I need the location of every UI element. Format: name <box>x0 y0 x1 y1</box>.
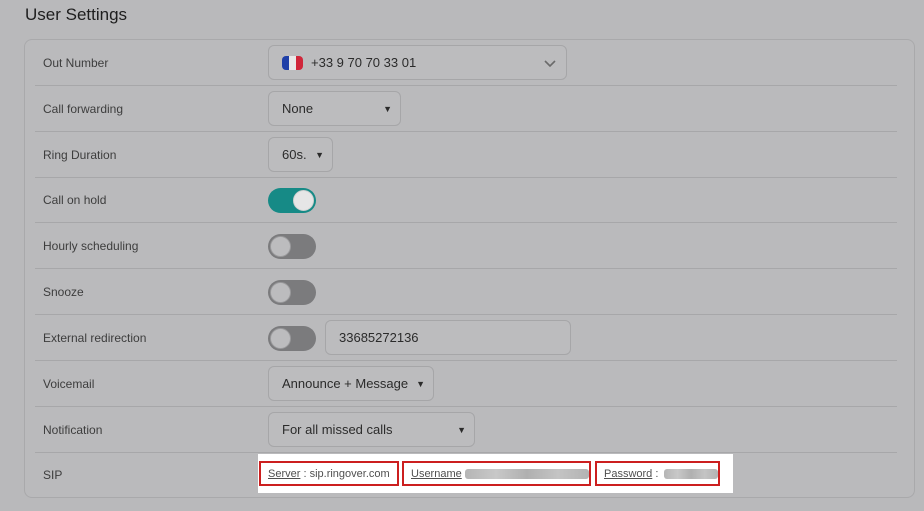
caret-down-icon: ▼ <box>457 424 466 435</box>
sip-server-value: sip.ringover.com <box>309 467 390 480</box>
snooze-label: Snooze <box>43 285 84 299</box>
user-settings-panel: Out Number +33 9 70 70 33 01 Call forwar… <box>24 39 915 498</box>
hourly-scheduling-label: Hourly scheduling <box>43 239 139 253</box>
call-forwarding-label: Call forwarding <box>43 102 124 116</box>
sip-password: Password : <box>595 461 720 486</box>
row-call-forwarding: Call forwarding None ▼ <box>35 86 897 132</box>
toggle-knob <box>270 282 291 303</box>
sip-password-sep: : <box>652 467 662 480</box>
ring-duration-select[interactable]: 60s. ▼ <box>268 137 333 172</box>
toggle-knob <box>270 236 291 257</box>
row-call-on-hold: Call on hold <box>35 178 897 223</box>
row-out-number: Out Number +33 9 70 70 33 01 <box>35 40 897 86</box>
out-number-select[interactable]: +33 9 70 70 33 01 <box>268 45 567 80</box>
snooze-toggle[interactable] <box>268 280 316 305</box>
ring-duration-label: Ring Duration <box>43 148 117 162</box>
external-redirection-label: External redirection <box>43 331 147 345</box>
sip-server-link[interactable]: Server <box>268 468 300 480</box>
sip-username: Username <box>402 461 591 486</box>
sip-label: SIP <box>43 468 63 482</box>
row-voicemail: Voicemail Announce + Message ▼ <box>35 361 897 407</box>
out-number-value: +33 9 70 70 33 01 <box>311 55 417 70</box>
external-redirection-number: 33685272136 <box>339 330 419 345</box>
chevron-down-icon <box>544 59 556 67</box>
call-on-hold-toggle[interactable] <box>268 188 316 213</box>
voicemail-label: Voicemail <box>43 377 95 391</box>
caret-down-icon: ▼ <box>315 149 324 160</box>
sip-server: Server : sip.ringover.com <box>259 461 399 486</box>
row-ring-duration: Ring Duration 60s. ▼ <box>35 132 897 178</box>
ring-duration-value: 60s. <box>282 147 307 162</box>
france-flag-icon <box>282 55 303 70</box>
row-external-redirection: External redirection 33685272136 <box>35 315 897 361</box>
caret-down-icon: ▼ <box>383 103 392 114</box>
sip-username-link[interactable]: Username <box>411 468 462 480</box>
call-forwarding-select[interactable]: None ▼ <box>268 91 401 126</box>
row-hourly-scheduling: Hourly scheduling <box>35 223 897 269</box>
external-redirection-toggle[interactable] <box>268 326 316 351</box>
notification-label: Notification <box>43 423 103 437</box>
row-snooze: Snooze <box>35 269 897 315</box>
notification-value: For all missed calls <box>282 422 393 437</box>
sip-server-sep: : <box>300 467 310 480</box>
external-redirection-number-input[interactable]: 33685272136 <box>325 320 571 355</box>
sip-credentials-box: Server : sip.ringover.com Username Passw… <box>258 454 733 493</box>
hourly-scheduling-toggle[interactable] <box>268 234 316 259</box>
caret-down-icon: ▼ <box>416 378 425 389</box>
page-title: User Settings <box>25 5 128 24</box>
voicemail-value: Announce + Message <box>282 376 409 391</box>
voicemail-select[interactable]: Announce + Message ▼ <box>268 366 434 401</box>
toggle-knob <box>293 190 314 211</box>
call-forwarding-value: None <box>282 101 314 116</box>
row-notification: Notification For all missed calls ▼ <box>35 407 897 453</box>
toggle-knob <box>270 328 291 349</box>
redacted-username <box>464 468 589 479</box>
call-on-hold-label: Call on hold <box>43 193 107 207</box>
redacted-password <box>664 468 718 479</box>
out-number-label: Out Number <box>43 56 109 70</box>
sip-password-link[interactable]: Password <box>604 468 652 480</box>
notification-select[interactable]: For all missed calls ▼ <box>268 412 475 447</box>
